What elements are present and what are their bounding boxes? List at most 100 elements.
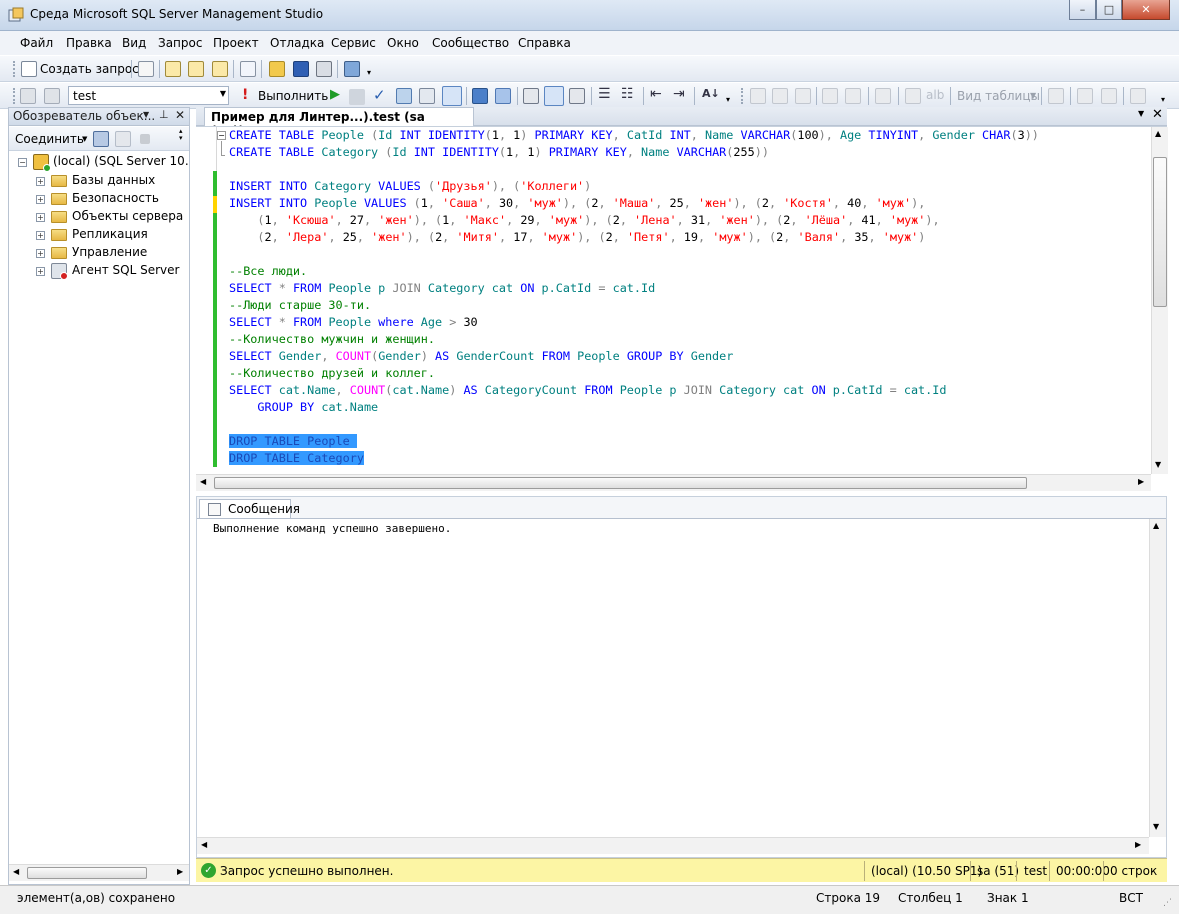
code-line[interactable]: (1, 'Ксюша', 27, 'жен'), (1, 'Макс', 29,… bbox=[229, 212, 939, 229]
pin-icon[interactable]: ⊥ bbox=[159, 108, 169, 121]
toolbar-overflow-icon[interactable]: ▴ ▾ bbox=[179, 128, 183, 142]
code-line[interactable]: SELECT * FROM People p JOIN Category cat… bbox=[229, 280, 655, 297]
increase-indent-icon[interactable]: ⇥ bbox=[673, 86, 685, 102]
messages-hscrollbar[interactable]: ◀ ▶ bbox=[197, 837, 1149, 854]
code-line[interactable]: DROP TABLE Category bbox=[229, 450, 364, 467]
code-line[interactable]: CREATE TABLE Category (Id INT IDENTITY(1… bbox=[229, 144, 769, 161]
parse-check-icon[interactable]: ✓ bbox=[373, 86, 386, 104]
chevron-down-icon[interactable]: ▼ bbox=[82, 135, 87, 143]
menu-view[interactable]: Вид bbox=[122, 36, 146, 50]
object-explorer-hscrollbar[interactable]: ◀ ▶ bbox=[9, 864, 189, 881]
db-engine-query-icon[interactable] bbox=[138, 61, 154, 77]
menu-window[interactable]: Окно bbox=[387, 36, 419, 50]
code-line[interactable]: --Все люди. bbox=[229, 263, 307, 280]
comment-lines-icon[interactable]: ☰ bbox=[598, 86, 611, 102]
change-connection-icon[interactable] bbox=[44, 88, 60, 104]
code-line[interactable]: INSERT INTO Category VALUES ('Друзья'), … bbox=[229, 178, 591, 195]
save-icon[interactable] bbox=[293, 61, 309, 77]
menu-edit[interactable]: Правка bbox=[66, 36, 112, 50]
tree-node-databases[interactable]: Базы данных bbox=[72, 173, 155, 187]
editor-hscrollbar[interactable]: ◀ ▶ bbox=[196, 474, 1151, 491]
open-file-icon[interactable] bbox=[269, 61, 285, 77]
toolbar-overflow-icon[interactable]: ▾ bbox=[367, 68, 371, 77]
code-line[interactable]: --Люди старше 30-ти. bbox=[229, 297, 371, 314]
toolbar-grip[interactable] bbox=[13, 61, 16, 77]
xmla-query-icon[interactable] bbox=[212, 61, 228, 77]
sql-editor[interactable]: − CREATE TABLE People (Id INT IDENTITY(1… bbox=[196, 126, 1168, 491]
scroll-right-icon[interactable]: ▶ bbox=[1138, 477, 1144, 486]
tab-query-editor[interactable]: Пример для Линтер...).test (sa (51))* bbox=[204, 107, 474, 138]
print-icon[interactable] bbox=[316, 61, 332, 77]
tree-node-security[interactable]: Безопасность bbox=[72, 191, 159, 205]
code-line[interactable]: SELECT Gender, COUNT(Gender) AS GenderCo… bbox=[229, 348, 733, 365]
menu-help[interactable]: Справка bbox=[518, 36, 571, 50]
messages-vscrollbar[interactable]: ▲ ▼ bbox=[1149, 519, 1166, 837]
expand-icon[interactable]: + bbox=[36, 213, 45, 222]
display-plan-icon[interactable] bbox=[396, 88, 412, 104]
toolbar-overflow-icon[interactable]: ▾ bbox=[1161, 95, 1165, 104]
close-button[interactable]: ✕ bbox=[1122, 0, 1170, 20]
scroll-down-icon[interactable]: ▼ bbox=[1155, 460, 1161, 469]
menu-project[interactable]: Проект bbox=[213, 36, 259, 50]
results-to-text-icon[interactable] bbox=[523, 88, 539, 104]
menu-community[interactable]: Сообщество bbox=[432, 36, 509, 50]
mdx-query-icon[interactable] bbox=[165, 61, 181, 77]
code-line[interactable]: DROP TABLE People bbox=[229, 433, 357, 450]
toolbar-grip[interactable] bbox=[741, 88, 744, 104]
new-file-icon[interactable] bbox=[240, 61, 256, 77]
analyze-query-icon[interactable] bbox=[442, 86, 462, 106]
expand-icon[interactable]: + bbox=[36, 231, 45, 240]
scroll-thumb[interactable] bbox=[27, 867, 147, 879]
scroll-thumb[interactable] bbox=[214, 477, 1027, 489]
tree-node-server-objects[interactable]: Объекты сервера bbox=[72, 209, 183, 223]
maximize-button[interactable]: □ bbox=[1096, 0, 1122, 20]
connect-icon[interactable] bbox=[20, 88, 36, 104]
tree-node-replication[interactable]: Репликация bbox=[72, 227, 148, 241]
tree-server-node[interactable]: (local) (SQL Server 10.50.2 bbox=[53, 154, 189, 168]
scroll-thumb[interactable] bbox=[1153, 157, 1167, 307]
query-designer-icon[interactable] bbox=[419, 88, 435, 104]
panel-menu-chevron-icon[interactable]: ▼ bbox=[143, 110, 149, 119]
expand-icon[interactable]: + bbox=[36, 249, 45, 258]
include-plan-icon[interactable] bbox=[472, 88, 488, 104]
client-stats-icon[interactable] bbox=[495, 88, 511, 104]
scroll-right-icon[interactable]: ▶ bbox=[1135, 840, 1141, 849]
close-tab-icon[interactable]: ✕ bbox=[1152, 107, 1163, 122]
code-line[interactable]: SELECT * FROM People where Age > 30 bbox=[229, 314, 478, 331]
scroll-up-icon[interactable]: ▲ bbox=[1153, 521, 1159, 530]
tree-node-management[interactable]: Управление bbox=[72, 245, 147, 259]
editor-vscrollbar[interactable]: ▲ ▼ bbox=[1151, 127, 1168, 474]
scroll-up-icon[interactable]: ▲ bbox=[1155, 129, 1161, 138]
close-panel-icon[interactable]: ✕ bbox=[175, 108, 185, 122]
uncomment-lines-icon[interactable]: ☷ bbox=[621, 86, 634, 102]
scroll-left-icon[interactable]: ◀ bbox=[201, 840, 207, 849]
results-to-grid-icon[interactable] bbox=[544, 86, 564, 106]
scroll-left-icon[interactable]: ◀ bbox=[200, 477, 206, 486]
execute-button[interactable]: Выполнить bbox=[258, 89, 328, 103]
code-line[interactable]: (2, 'Лера', 25, 'жен'), (2, 'Митя', 17, … bbox=[229, 229, 925, 246]
code-line[interactable]: CREATE TABLE People (Id INT IDENTITY(1, … bbox=[229, 127, 1039, 144]
code-line[interactable]: --Количество мужчин и женщин. bbox=[229, 331, 435, 348]
code-line[interactable]: --Количество друзей и коллег. bbox=[229, 365, 435, 382]
menu-tools[interactable]: Сервис bbox=[331, 36, 376, 50]
connect-server-icon[interactable] bbox=[93, 131, 109, 147]
dmx-query-icon[interactable] bbox=[188, 61, 204, 77]
resize-grip-icon[interactable]: ⋰ bbox=[1163, 898, 1172, 908]
minimize-button[interactable]: – bbox=[1069, 0, 1096, 20]
tree-node-sql-agent[interactable]: Агент SQL Server bbox=[72, 263, 179, 277]
debug-play-icon[interactable]: ▶ bbox=[330, 87, 340, 102]
results-to-file-icon[interactable] bbox=[569, 88, 585, 104]
collapse-icon[interactable]: − bbox=[18, 158, 27, 167]
code-line[interactable]: GROUP BY cat.Name bbox=[229, 399, 378, 416]
activity-monitor-icon[interactable] bbox=[344, 61, 360, 77]
tab-list-chevron-icon[interactable]: ▼ bbox=[1138, 109, 1144, 118]
database-select[interactable]: test ▼ bbox=[68, 86, 229, 105]
code-text[interactable]: CREATE TABLE People (Id INT IDENTITY(1, … bbox=[229, 127, 1154, 473]
scroll-left-icon[interactable]: ◀ bbox=[13, 867, 19, 876]
tab-messages[interactable]: Сообщения bbox=[199, 499, 300, 518]
scroll-right-icon[interactable]: ▶ bbox=[177, 867, 183, 876]
connect-dropdown[interactable]: Соединить bbox=[15, 132, 84, 146]
menu-debug[interactable]: Отладка bbox=[270, 36, 324, 50]
menu-file[interactable]: Файл bbox=[20, 36, 53, 50]
new-query-button[interactable]: Создать запрос bbox=[40, 62, 139, 76]
